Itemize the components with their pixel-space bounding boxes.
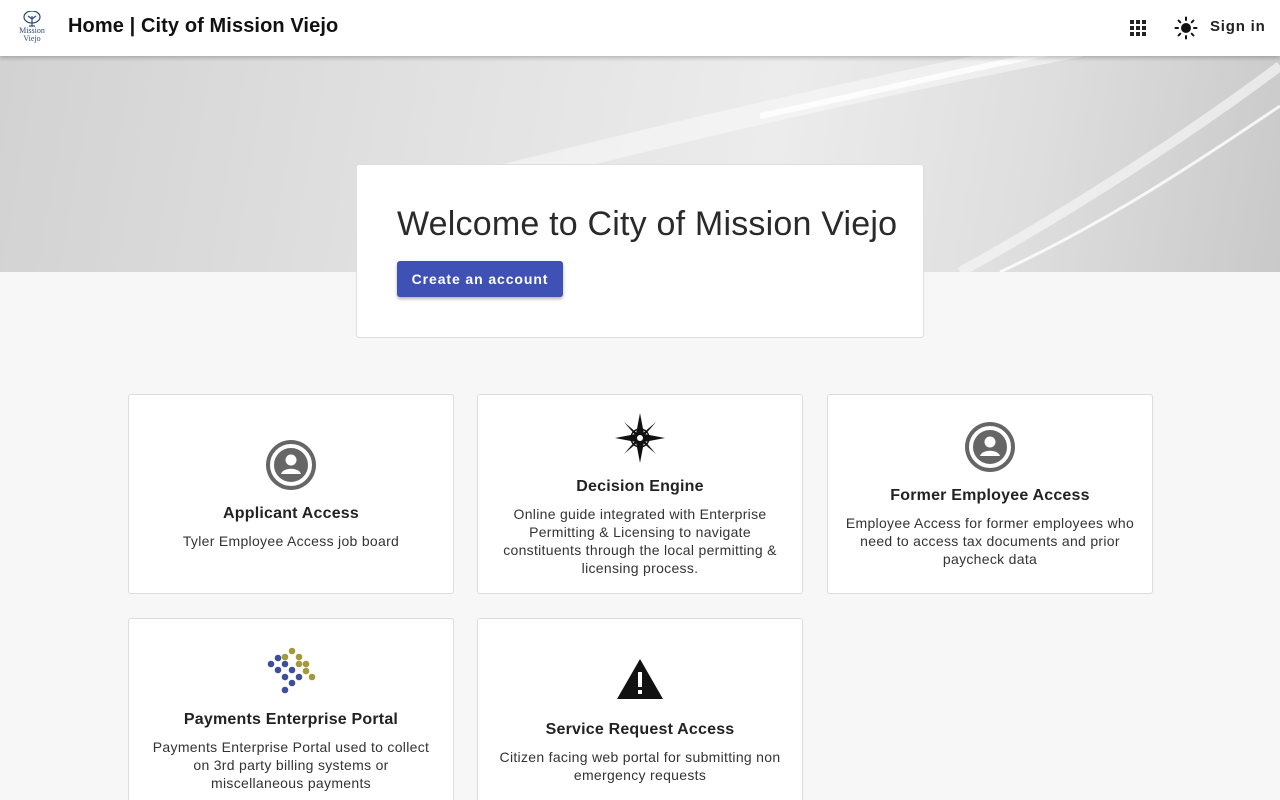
account-circle-icon (964, 421, 1016, 473)
app-card-service-request-access[interactable]: Service Request Access Citizen facing we… (477, 618, 803, 800)
brightness-icon[interactable] (1174, 16, 1198, 40)
welcome-heading: Welcome to City of Mission Viejo (397, 205, 898, 243)
logo-text-viejo: Viejo (23, 34, 41, 43)
apps-grid-glyph (1130, 20, 1146, 36)
app-description: Tyler Employee Access job board (182, 532, 400, 549)
dots-diamond-icon (265, 645, 317, 697)
app-card-decision-engine[interactable]: Decision Engine Online guide integrated … (477, 394, 803, 594)
top-app-bar: Mission Viejo Home | City of Mission Vie… (0, 0, 1280, 56)
create-account-button[interactable]: Create an account (397, 261, 563, 297)
warning-icon (614, 655, 666, 707)
app-description: Payments Enterprise Portal used to colle… (152, 739, 430, 791)
app-description: Employee Access for former employees who… (845, 514, 1135, 567)
page-title[interactable]: Home | City of Mission Viejo (68, 15, 338, 38)
account-circle-icon (265, 439, 317, 491)
app-name: Decision Engine (576, 477, 704, 495)
app-name: Service Request Access (545, 721, 735, 738)
app-name: Payments Enterprise Portal (183, 711, 399, 728)
app-name: Applicant Access (223, 504, 359, 522)
welcome-card: Welcome to City of Mission Viejo Create … (356, 164, 924, 338)
tree-icon (23, 11, 41, 27)
sign-in-button[interactable]: Sign in (1210, 18, 1276, 40)
app-name: Former Employee Access (890, 486, 1090, 504)
sun-glyph (1174, 16, 1198, 40)
app-card-applicant-access[interactable]: Applicant Access Tyler Employee Access j… (128, 394, 454, 594)
compass-star-icon (614, 412, 666, 464)
app-description: Citizen facing web portal for submitting… (499, 749, 781, 783)
app-description: Online guide integrated with Enterprise … (503, 505, 777, 576)
apps-grid-icon[interactable] (1126, 16, 1150, 40)
app-card-former-employee-access[interactable]: Former Employee Access Employee Access f… (827, 394, 1153, 594)
app-card-payments-enterprise-portal[interactable]: Payments Enterprise Portal Payments Ente… (128, 618, 454, 800)
city-logo[interactable]: Mission Viejo (14, 9, 50, 45)
